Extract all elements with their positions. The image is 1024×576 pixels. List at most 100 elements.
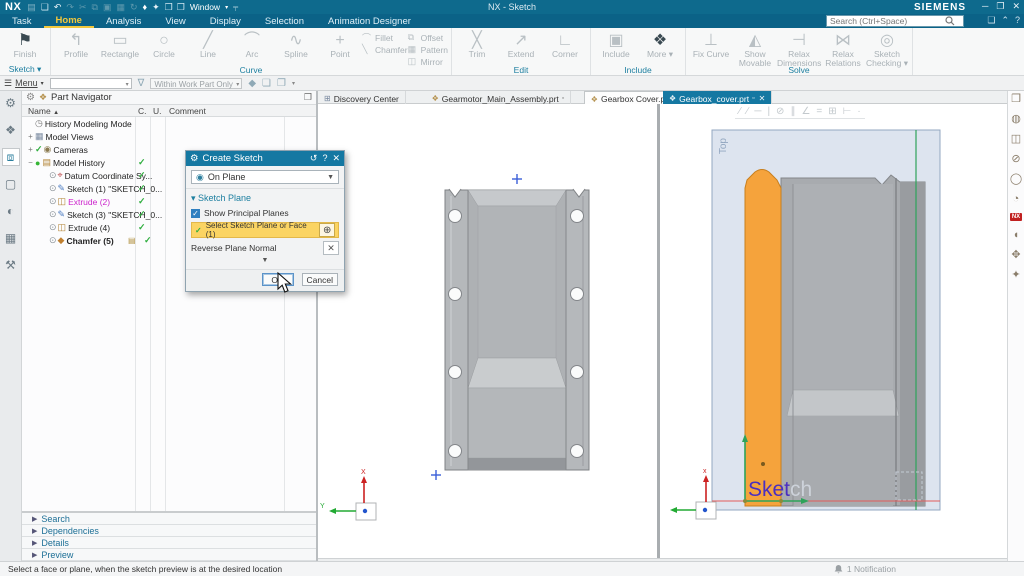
eye-icon[interactable]: ⊙ xyxy=(49,222,57,233)
microphone-icon[interactable]: ♦ xyxy=(143,1,148,13)
search-input[interactable] xyxy=(827,16,945,26)
gearbox-cover-model[interactable]: X Y xyxy=(318,104,660,555)
section-dependencies[interactable]: ▶ Dependencies xyxy=(22,525,316,537)
sketch-checking-button[interactable]: ◎ Sketch Checking ▾ xyxy=(865,30,909,68)
material-icon[interactable]: ◍ xyxy=(1011,113,1021,125)
profile-button[interactable]: ↰ Profile xyxy=(54,30,98,59)
menu-dropdown[interactable]: ☰ Menu ▾ xyxy=(4,78,44,89)
open-icon[interactable]: ❏ xyxy=(41,1,49,13)
window-icon[interactable]: ❒ xyxy=(165,1,173,13)
selection-type-combo[interactable]: ▾ xyxy=(49,77,132,89)
tree-column-headers[interactable]: Name ▲ C. U. Comment xyxy=(22,105,316,117)
circle-button[interactable]: ○ Circle xyxy=(142,30,186,59)
pan-hand-icon[interactable]: ✥ xyxy=(1011,249,1020,261)
corner-button[interactable]: ∟ Corner xyxy=(543,30,587,59)
expander-icon[interactable]: + xyxy=(26,132,35,141)
offset-button[interactable]: ⧉ Offset xyxy=(408,32,448,43)
line-button[interactable]: ╱ Line xyxy=(186,30,230,59)
constraint-icon[interactable]: · xyxy=(857,106,860,117)
dialog-titlebar[interactable]: ⚙ Create Sketch ↺ ? ✕ xyxy=(186,151,344,166)
menu-tab-selection[interactable]: Selection xyxy=(253,14,316,28)
section-search[interactable]: ▶ Search xyxy=(22,513,316,525)
command-search[interactable] xyxy=(826,15,964,27)
general-selection-icon[interactable]: ❐ xyxy=(277,78,286,89)
fullscreen-icon[interactable]: ❏ xyxy=(987,15,995,26)
history-clock-icon[interactable]: ◔ xyxy=(1013,193,1020,205)
pattern-button[interactable]: ▦ Pattern xyxy=(408,44,448,55)
pin-icon[interactable]: ▫ xyxy=(562,95,564,102)
tab-close-icon[interactable]: ✕ xyxy=(759,94,766,103)
viewport-gearbox-cover-sketch[interactable]: ∕ ∕ ─ | ⊘ ∥ ∠ = ⊞ ⊢ · Top Sketch x xyxy=(660,103,1007,558)
restore-window-icon[interactable]: ❒ xyxy=(1011,93,1021,105)
tree-row[interactable]: + ▦ Model Views xyxy=(22,130,316,143)
window-menu[interactable]: ❒ Window ▾ ╤ xyxy=(177,1,238,13)
rectangle-button[interactable]: ▭ Rectangle xyxy=(98,30,142,59)
snap-point-icon[interactable]: ◆ xyxy=(248,78,256,89)
settings-gear-icon[interactable]: ⚙ xyxy=(2,94,20,112)
undock-icon[interactable]: ❒ xyxy=(304,92,312,103)
undo-icon[interactable]: ↶ xyxy=(54,1,62,13)
show-movable-button[interactable]: ◭ Show Movable xyxy=(733,30,777,68)
menu-tab-display[interactable]: Display xyxy=(198,14,253,28)
viewport-gearbox-cover[interactable]: X Y xyxy=(318,103,660,558)
appearance-icon[interactable]: ◐ xyxy=(2,202,20,220)
command-finder-icon[interactable]: ✦ xyxy=(152,1,160,13)
panel-gear-icon[interactable]: ⚙ xyxy=(26,92,35,103)
constraint-icon[interactable]: ⊢ xyxy=(843,106,852,117)
select-plane-row[interactable]: ✓ Select Sketch Plane or Face (1) ⊕ xyxy=(191,221,339,239)
spline-button[interactable]: ∿ Spline xyxy=(274,30,318,59)
finish-button[interactable]: ⚑ Finish xyxy=(3,30,47,59)
minimize-ribbon-icon[interactable]: ⌃ xyxy=(1001,15,1009,26)
ribbon-group-label[interactable]: Curve xyxy=(51,65,451,75)
menu-tab-home[interactable]: Home xyxy=(43,14,94,28)
selection-scope-combo[interactable]: Within Work Part Only ▾ xyxy=(150,77,243,89)
show-principal-planes-checkbox[interactable]: ✓ Show Principal Planes xyxy=(191,208,339,218)
section-details[interactable]: ▶ Details xyxy=(22,537,316,549)
extend-button[interactable]: ↗ Extend xyxy=(499,30,543,59)
fix-curve-button[interactable]: ⊥ Fix Curve xyxy=(689,30,733,59)
chamfer-button[interactable]: ╲ Chamfer xyxy=(362,44,408,55)
relax-relations-button[interactable]: ⋈ Relax Relations xyxy=(821,30,865,68)
sketch-type-combo[interactable]: ◉ On Plane ▼ xyxy=(191,170,339,184)
ribbon-group-label[interactable]: Edit xyxy=(452,65,590,75)
menu-tab-analysis[interactable]: Analysis xyxy=(94,14,153,28)
constraint-icon[interactable]: ⊞ xyxy=(828,106,836,117)
csys-crosshair-button[interactable]: ⊕ xyxy=(319,223,335,237)
notification-area[interactable]: 1 Notification xyxy=(834,564,896,574)
web-browser-icon[interactable]: ▦ xyxy=(2,229,20,247)
eye-icon[interactable]: ⊙ xyxy=(49,170,57,181)
shaded-view-icon[interactable]: ◖ xyxy=(1013,229,1020,241)
constraint-icon[interactable]: ∠ xyxy=(801,106,810,117)
menu-tab-animation-designer[interactable]: Animation Designer xyxy=(316,14,423,28)
more-button[interactable]: ❖ More ▾ xyxy=(638,30,682,59)
copy-icon[interactable]: ⧉ xyxy=(92,1,98,13)
solid-body-icon[interactable]: ◯ xyxy=(1010,173,1022,185)
print-icon[interactable]: ▦ xyxy=(116,1,125,13)
eye-icon[interactable]: ⊙ xyxy=(49,196,57,207)
pin-icon[interactable]: ▫ xyxy=(752,95,754,102)
fillet-button[interactable]: ⌒ Fillet xyxy=(362,32,408,44)
constraint-icon[interactable]: | xyxy=(767,106,770,117)
filter-icon[interactable]: ∇ xyxy=(138,78,145,89)
include-button[interactable]: ▣ Include xyxy=(594,30,638,59)
constraint-icon[interactable]: ∥ xyxy=(790,106,795,117)
constraint-icon[interactable]: ∕ xyxy=(739,106,741,117)
fit-view-icon[interactable]: ◫ xyxy=(1011,133,1021,145)
selection-filter-icon[interactable]: ❏ xyxy=(262,78,271,89)
caret-down-icon[interactable]: ▾ xyxy=(292,80,295,87)
minimize-button[interactable]: ─ xyxy=(982,1,988,12)
help-icon[interactable]: ? xyxy=(1015,15,1020,26)
constraint-icon[interactable]: ⊘ xyxy=(776,106,784,117)
eye-icon[interactable]: ⊙ xyxy=(49,235,57,246)
eye-icon[interactable]: ⊙ xyxy=(49,183,57,194)
constraint-icon[interactable]: ∕ xyxy=(747,106,749,117)
nx-badge[interactable]: NX xyxy=(1009,213,1023,221)
constraint-navigator-icon[interactable]: ▢ xyxy=(2,175,20,193)
paste-icon[interactable]: ▣ xyxy=(103,1,112,13)
expander-icon[interactable]: + xyxy=(26,145,35,154)
point-button[interactable]: + Point xyxy=(318,30,362,59)
repeat-icon[interactable]: ↻ xyxy=(130,1,138,13)
overflow-icon[interactable]: ╤ xyxy=(233,4,238,11)
assembly-navigator-icon[interactable]: ❖ xyxy=(2,121,20,139)
sketch-constraint-toolbar[interactable]: ∕ ∕ ─ | ⊘ ∥ ∠ = ⊞ ⊢ · xyxy=(735,106,865,119)
